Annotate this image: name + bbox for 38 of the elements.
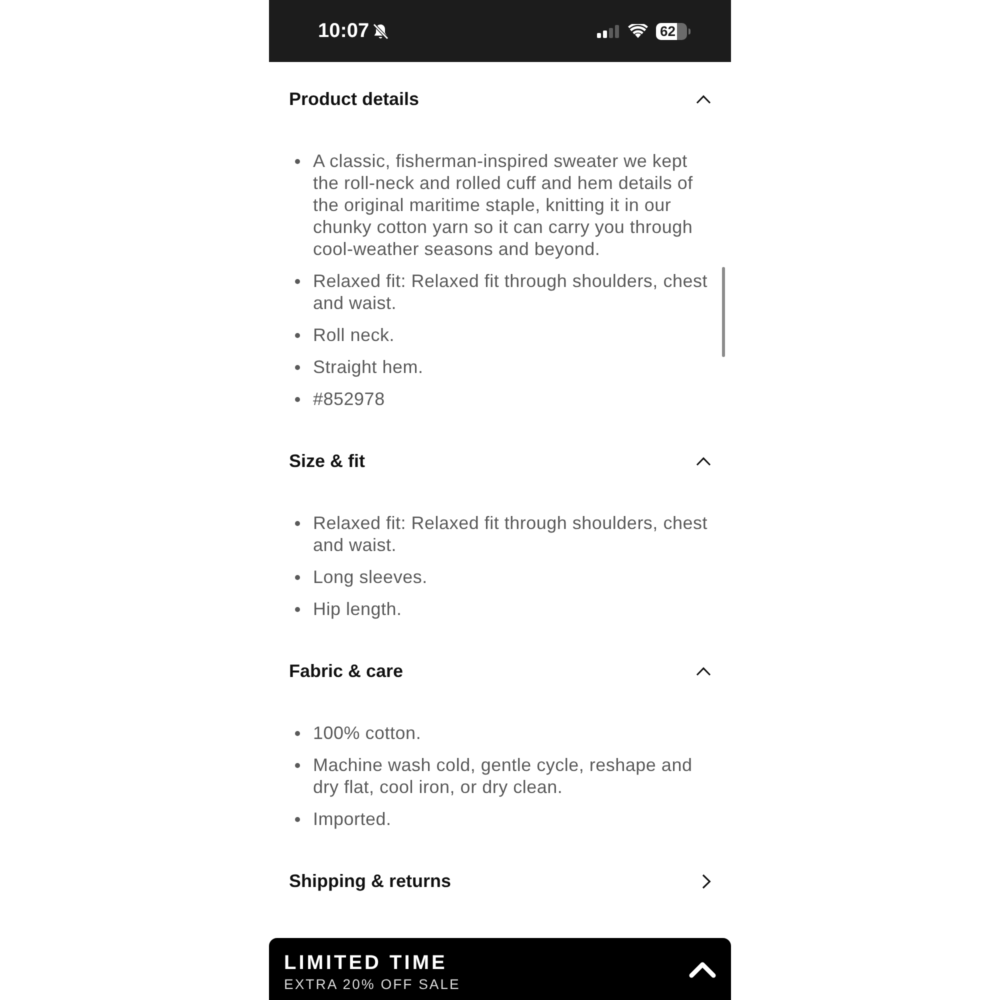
- accordion-header[interactable]: Size & fit: [269, 436, 731, 486]
- status-time: 10:07: [318, 21, 370, 41]
- detail-text: Hip length.: [313, 598, 402, 620]
- signal-icon: [597, 24, 620, 38]
- bullet-icon: [295, 521, 300, 526]
- detail-text: Long sleeves.: [313, 566, 428, 588]
- promo-subtitle: EXTRA 20% OFF SALE: [284, 975, 460, 993]
- detail-text: Roll neck.: [313, 324, 395, 346]
- bullet-icon: [295, 607, 300, 612]
- detail-text: Relaxed fit: Relaxed fit through shoulders, chest and waist.: [313, 512, 708, 556]
- detail-text: A classic, fisherman-inspired sweater we kept the roll-neck and rolled cuff and hem details of the original maritime staple, knitting it in our chunky cotton yarn so it can carry you through cool-weather seasons and beyond.: [313, 150, 694, 260]
- battery-icon: [656, 22, 691, 40]
- detail-text: 100% cotton.: [313, 722, 422, 744]
- chevron-up-icon: [696, 666, 711, 676]
- wifi-icon: [628, 24, 648, 38]
- bullet-icon: [295, 397, 300, 402]
- bullet-icon: [295, 817, 300, 822]
- bullet-icon: [295, 365, 300, 370]
- bullet-icon: [295, 575, 300, 580]
- accordion-header[interactable]: Fabric & care: [269, 646, 731, 696]
- detail-text: Machine wash cold, gentle cycle, reshape and dry flat, cool iron, or dry clean.: [313, 754, 694, 798]
- bullet-icon: [295, 333, 300, 338]
- chevron-up-icon[interactable]: [689, 960, 716, 978]
- promo-title: LIMITED TIME: [284, 951, 448, 975]
- detail-text: Relaxed fit: Relaxed fit through shoulders, chest and waist.: [313, 270, 708, 314]
- bullet-icon: [295, 159, 300, 164]
- bullet-icon: [295, 279, 300, 284]
- bullet-icon: [295, 731, 300, 736]
- chevron-up-icon: [696, 456, 711, 466]
- detail-text: Straight hem.: [313, 356, 424, 378]
- chevron-up-icon: [696, 94, 711, 104]
- battery-percentage: 62: [660, 24, 676, 38]
- accordion-header[interactable]: Shipping & returns: [269, 856, 731, 906]
- accordion-header[interactable]: Product details: [269, 74, 731, 124]
- detail-text: #852978: [313, 388, 385, 410]
- bullet-icon: [295, 763, 300, 768]
- detail-text: Imported.: [313, 808, 392, 830]
- chevron-right-icon: [702, 874, 711, 888]
